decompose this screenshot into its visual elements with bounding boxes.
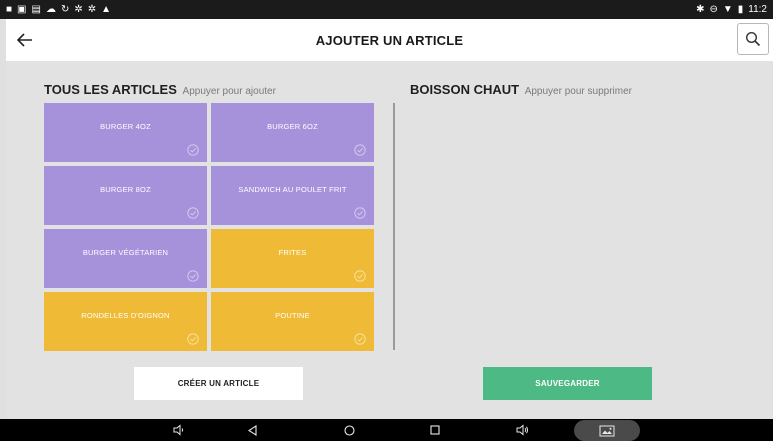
article-tile-burger-vegetarien[interactable]: BURGER VÉGÉTARIEN <box>44 229 207 288</box>
panel-divider <box>393 103 395 350</box>
check-circle-icon <box>187 144 199 156</box>
check-circle-icon <box>187 333 199 345</box>
category-heading: BOISSON CHAUT Appuyer pour supprimer <box>410 82 632 97</box>
article-tile-poutine[interactable]: POUTINE <box>211 292 374 351</box>
article-label: BURGER 8OZ <box>100 185 151 194</box>
check-circle-icon <box>354 144 366 156</box>
article-tile-burger-4oz[interactable]: BURGER 4OZ <box>44 103 207 162</box>
status-right-icons: ✱ ⊖ ▼ ▮ 11:2 <box>696 3 767 15</box>
circle-home-icon <box>343 424 355 436</box>
app-header: AJOUTER UN ARTICLE <box>6 19 773 61</box>
status-time: 11:2 <box>748 3 767 15</box>
settings-icon: ✲ <box>74 3 83 15</box>
article-label: BURGER 6OZ <box>267 122 318 131</box>
system-nav-bar <box>0 419 773 441</box>
main-content: TOUS LES ARTICLES Appuyer pour ajouter B… <box>6 61 773 419</box>
status-bar: ■ ▣ ▤ ☁ ↻ ✲ ✲ ▲ ✱ ⊖ ▼ ▮ 11:2 <box>0 0 773 19</box>
article-tile-frites[interactable]: FRITES <box>211 229 374 288</box>
volume-down-button[interactable] <box>164 419 194 441</box>
square-recents-icon <box>430 425 440 435</box>
warning-icon: ▲ <box>101 3 112 15</box>
article-label: FRITES <box>278 248 307 257</box>
page-title: AJOUTER UN ARTICLE <box>315 32 464 48</box>
wifi-icon: ▼ <box>722 3 733 15</box>
save-button[interactable]: SAUVEGARDER <box>483 367 652 400</box>
back-button[interactable] <box>6 19 44 61</box>
notification-icon: ■ <box>6 3 13 15</box>
article-tile-burger-6oz[interactable]: BURGER 6OZ <box>211 103 374 162</box>
article-grid: BURGER 4OZ BURGER 6OZ BURGER 8OZ SANDWIC… <box>44 103 376 351</box>
article-tile-sandwich-poulet-frit[interactable]: SANDWICH AU POULET FRIT <box>211 166 374 225</box>
minus-circle-icon: ⊖ <box>709 3 718 15</box>
check-circle-icon <box>354 207 366 219</box>
article-label: RONDELLES D'OIGNON <box>81 311 170 320</box>
create-article-button[interactable]: CRÉER UN ARTICLE <box>134 367 303 400</box>
category-title: BOISSON CHAUT <box>410 82 520 97</box>
article-label: POUTINE <box>275 311 310 320</box>
search-icon <box>745 31 761 47</box>
screenshot-button[interactable] <box>574 420 640 441</box>
article-tile-burger-8oz[interactable]: BURGER 8OZ <box>44 166 207 225</box>
all-articles-hint: Appuyer pour ajouter <box>182 86 276 97</box>
nav-back-button[interactable] <box>237 419 267 441</box>
article-tile-rondelles-oignon[interactable]: RONDELLES D'OIGNON <box>44 292 207 351</box>
nav-recents-button[interactable] <box>420 419 450 441</box>
speaker-icon <box>173 424 184 436</box>
volume-up-button[interactable] <box>507 419 537 441</box>
article-label: BURGER 4OZ <box>100 122 151 131</box>
arrow-left-icon <box>17 33 32 47</box>
triangle-back-icon <box>247 424 257 436</box>
search-button[interactable] <box>737 23 769 55</box>
bluetooth-icon: ✱ <box>696 3 705 15</box>
check-circle-icon <box>187 207 199 219</box>
speaker-loud-icon <box>516 424 528 436</box>
game-icon: ✲ <box>87 3 97 15</box>
nav-home-button[interactable] <box>334 419 364 441</box>
cloud-icon: ☁ <box>45 3 56 15</box>
check-circle-icon <box>354 333 366 345</box>
status-left-icons: ■ ▣ ▤ ☁ ↻ ✲ ✲ ▲ <box>6 3 112 15</box>
all-articles-heading: TOUS LES ARTICLES Appuyer pour ajouter <box>44 82 276 97</box>
card-icon: ▤ <box>31 3 41 15</box>
article-label: SANDWICH AU POULET FRIT <box>238 185 347 194</box>
all-articles-title: TOUS LES ARTICLES <box>44 82 177 97</box>
image-icon: ▣ <box>17 3 27 15</box>
check-circle-icon <box>187 270 199 282</box>
check-circle-icon <box>354 270 366 282</box>
screenshot-icon <box>599 425 615 436</box>
article-label: BURGER VÉGÉTARIEN <box>82 248 169 257</box>
category-hint: Appuyer pour supprimer <box>524 86 632 97</box>
sync-icon: ↻ <box>60 3 70 15</box>
battery-icon: ▮ <box>737 3 744 15</box>
